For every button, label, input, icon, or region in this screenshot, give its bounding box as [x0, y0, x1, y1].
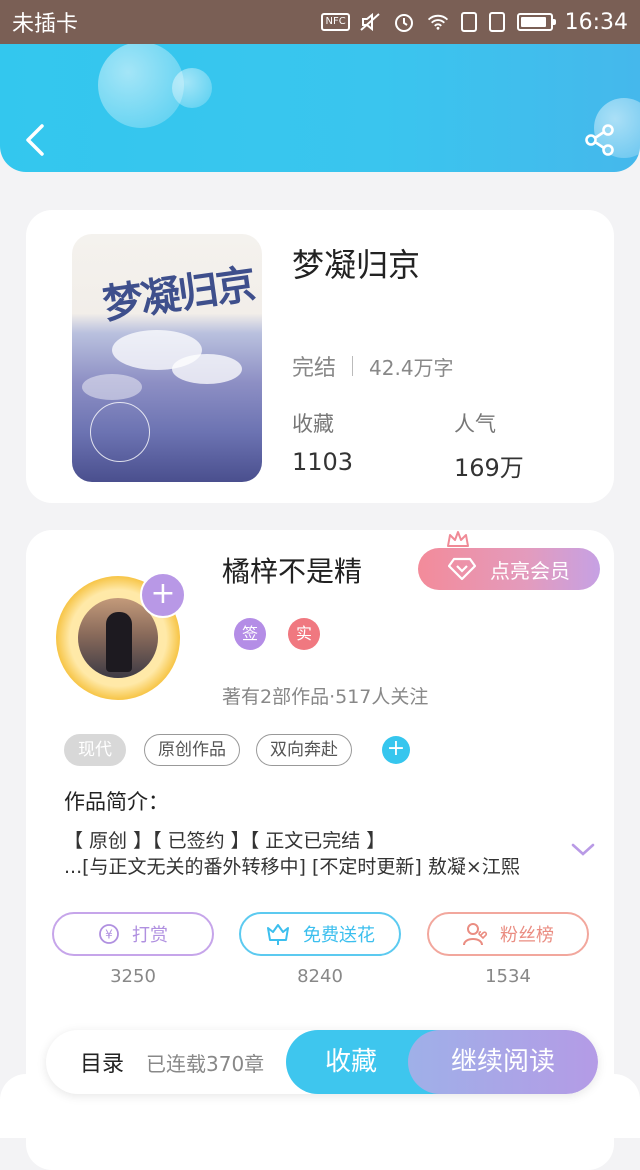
- flower-icon: [267, 924, 289, 945]
- vip-label: 点亮会员: [490, 558, 570, 583]
- nfc-label: NFC: [321, 13, 350, 31]
- tip-button[interactable]: ¥ 打赏: [52, 912, 214, 956]
- verified-badge: 实: [288, 618, 320, 650]
- chevron-left-icon: [26, 124, 44, 156]
- fan-user-icon: [463, 923, 488, 946]
- share-button[interactable]: [582, 122, 618, 158]
- book-cover[interactable]: 梦凝归京: [72, 234, 262, 482]
- serial-chapter-count[interactable]: 已连载370章: [146, 1048, 264, 1077]
- sim1-icon: [460, 12, 477, 32]
- intro-line-1: 【 原创 】【 已签约 】【 正文已完结 】: [64, 830, 386, 852]
- signed-badge: 签: [234, 618, 266, 650]
- fans-count: 1534: [485, 966, 531, 987]
- popularity-stat-label: 人气: [454, 412, 496, 436]
- diamond-icon: [448, 557, 476, 581]
- tip-label: 打赏: [132, 925, 168, 946]
- intro-heading: 作品简介：: [64, 790, 169, 814]
- flower-label: 免费送花: [303, 925, 375, 946]
- free-flower-button[interactable]: 免费送花: [239, 912, 401, 956]
- intro-text[interactable]: 【 原创 】【 已签约 】【 正文已完结 】 ...[与正文无关的番外转移中] …: [64, 828, 564, 880]
- cover-cloud: [172, 354, 242, 384]
- tag-genre[interactable]: 现代: [64, 734, 126, 766]
- book-info-card: 梦凝归京 梦凝归京 完结 42.4万字 收藏 1103 人气 169万: [26, 210, 614, 503]
- tip-count: 3250: [110, 966, 156, 987]
- follow-button[interactable]: +: [140, 572, 186, 618]
- light-up-membership-button[interactable]: 点亮会员: [418, 548, 600, 590]
- cover-author-seal: [90, 402, 150, 462]
- sim2-icon: [488, 12, 505, 32]
- tag-original[interactable]: 原创作品: [144, 734, 240, 766]
- tag-mutual[interactable]: 双向奔赴: [256, 734, 352, 766]
- back-button[interactable]: [20, 120, 50, 160]
- fans-label: 粉丝榜: [500, 925, 554, 946]
- clock: 16:34: [564, 9, 628, 35]
- top-header: [0, 44, 640, 172]
- popularity-stat-value: 169万: [454, 454, 524, 482]
- add-tag-button[interactable]: +: [382, 736, 410, 764]
- table-of-contents-button[interactable]: 目录: [80, 1046, 124, 1078]
- chevron-down-icon: [571, 843, 595, 856]
- divider: [352, 356, 354, 376]
- yuan-coin-icon: ¥: [99, 924, 119, 944]
- battery-icon: [516, 13, 556, 31]
- fans-ranking-button[interactable]: 粉丝榜: [427, 912, 589, 956]
- wifi-icon: [427, 12, 449, 32]
- book-status-line: 完结 42.4万字: [292, 350, 454, 382]
- crown-icon: [447, 531, 469, 547]
- status-bar: 未插卡 NFC 16:34: [0, 0, 640, 44]
- completion-status: 完结: [292, 356, 337, 381]
- collect-button-label: 收藏: [324, 1047, 377, 1077]
- cover-title: 梦凝归京: [99, 260, 258, 329]
- collect-stat-label: 收藏: [292, 412, 334, 436]
- carrier-label: 未插卡: [12, 12, 79, 37]
- bottom-action-bar: 目录 已连载370章 收藏 继续阅读: [46, 1030, 598, 1094]
- mute-icon: [359, 12, 381, 32]
- share-icon: [585, 124, 614, 156]
- author-meta: 著有2部作品·517人关注: [222, 686, 429, 708]
- alarm-icon: [393, 12, 415, 32]
- author-name[interactable]: 橘梓不是精: [222, 550, 362, 590]
- collect-stat-value: 1103: [292, 448, 354, 476]
- svg-text:¥: ¥: [105, 928, 113, 942]
- word-count: 42.4万字: [369, 355, 454, 380]
- book-title: 梦凝归京: [292, 246, 421, 284]
- cover-cloud: [82, 374, 142, 400]
- battery-fill: [520, 17, 547, 27]
- continue-reading-button[interactable]: 继续阅读: [408, 1030, 598, 1094]
- intro-line-2: ...[与正文无关的番外转移中] [不定时更新] 敖凝×江熙: [64, 856, 520, 878]
- status-icons: NFC 16:34: [321, 9, 628, 35]
- avatar-figure: [106, 612, 132, 672]
- expand-intro-button[interactable]: [570, 840, 596, 860]
- decor-bubble: [172, 68, 212, 108]
- nfc-icon: NFC: [321, 12, 350, 32]
- flower-count: 8240: [297, 966, 343, 987]
